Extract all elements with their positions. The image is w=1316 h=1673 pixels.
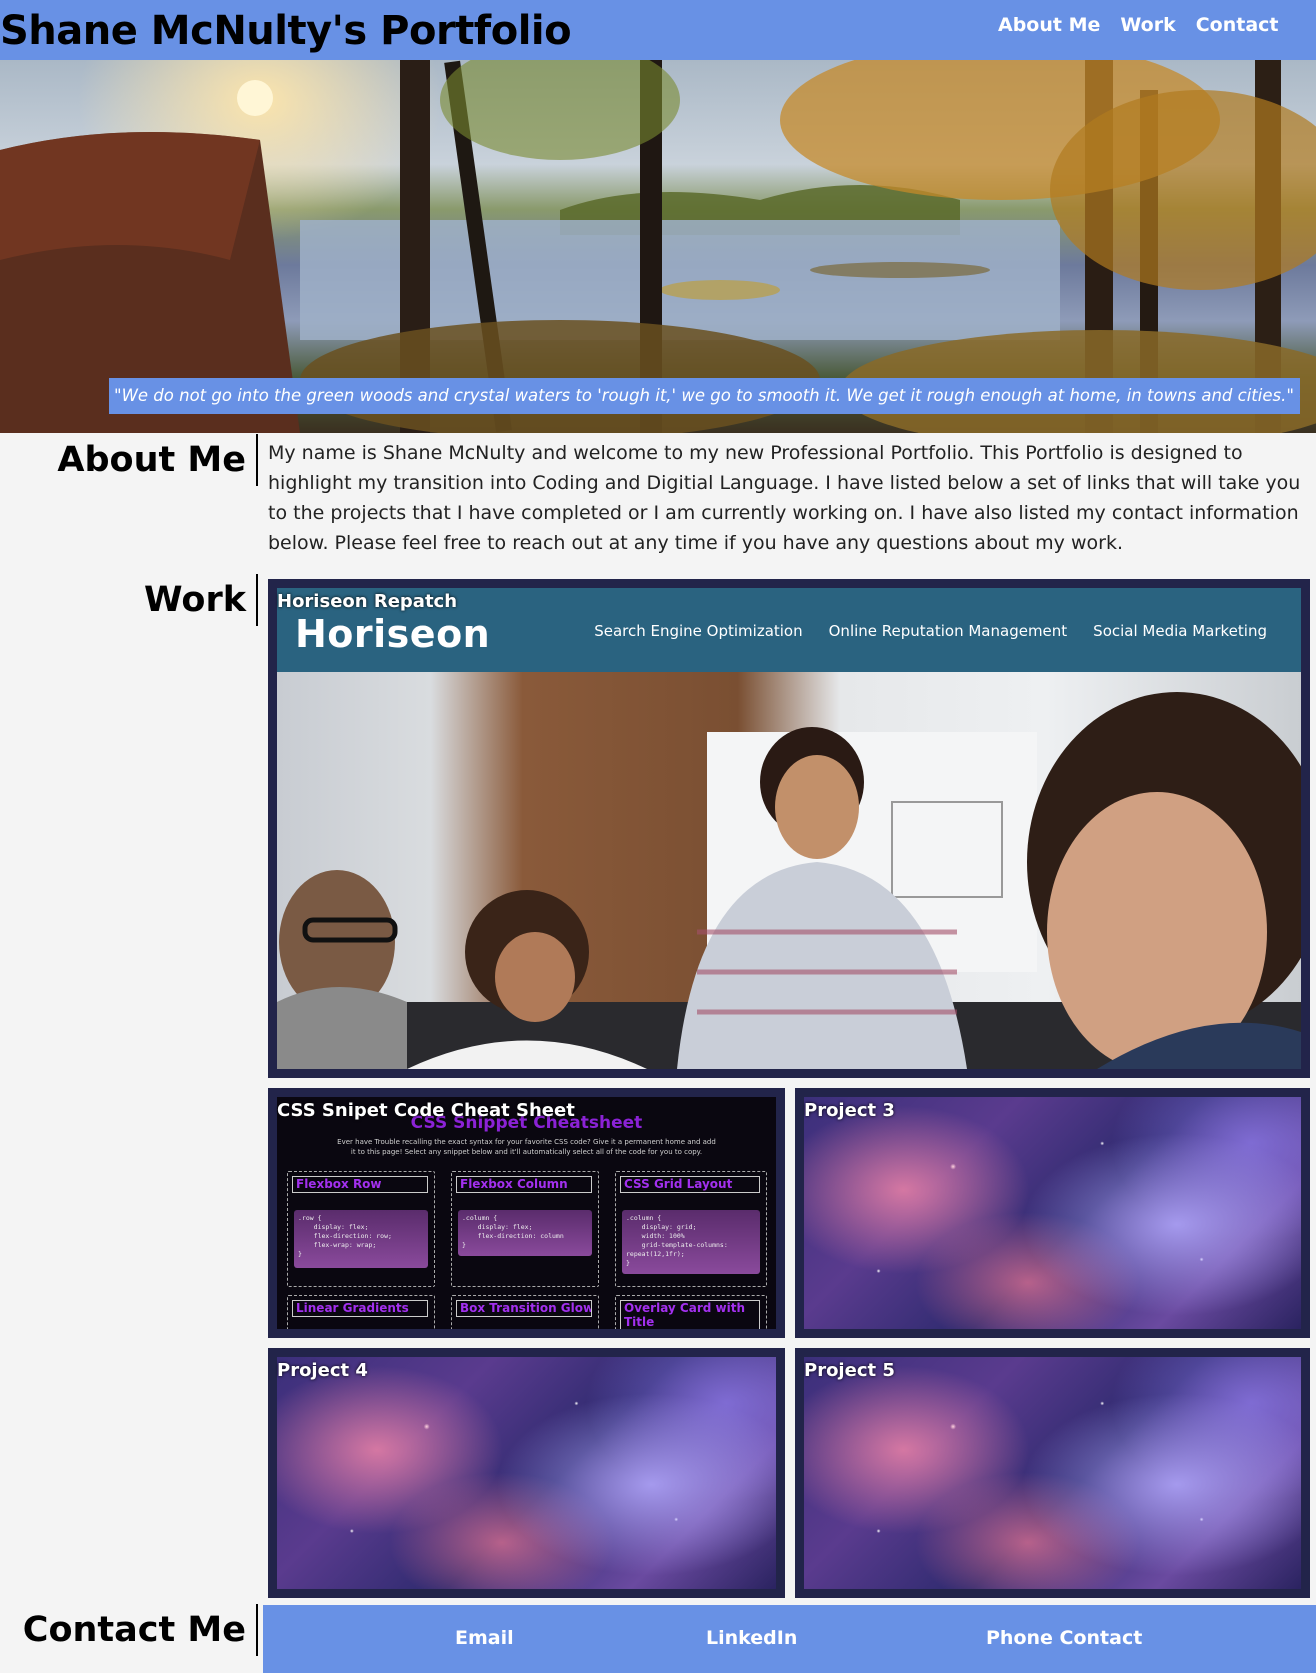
horiseon-team-photo (277, 672, 1301, 1069)
snippet-code: .column { display: flex; flex-direction:… (458, 1210, 592, 1256)
snippet-code: .row { display: flex; flex-direction: ro… (294, 1210, 428, 1268)
project-card-5[interactable]: Project 5 (795, 1348, 1310, 1598)
about-me-text: My name is Shane McNulty and welcome to … (268, 442, 1301, 554)
email-link[interactable]: Email (455, 1627, 514, 1649)
project-card-horiseon[interactable]: Horiseon Search Engine Optimization Onli… (268, 579, 1310, 1078)
horiseon-screenshot: Horiseon Search Engine Optimization Onli… (277, 588, 1301, 1069)
snippet-title: Linear Gradients (292, 1300, 428, 1317)
snippet-box: Flexbox Row .row { display: flex; flex-d… (287, 1171, 435, 1287)
site-title: Shane McNulty's Portfolio (0, 8, 572, 54)
snippet-title: CSS Grid Layout (620, 1176, 760, 1193)
linkedin-link[interactable]: LinkedIn (706, 1627, 797, 1649)
contact-bar: Email LinkedIn Phone Contact (263, 1605, 1316, 1673)
snippet-title: Overlay Card with Title (620, 1300, 760, 1329)
snippet-code: .column { display: grid; width: 100% gri… (622, 1210, 760, 1274)
snippet-box: CSS Grid Layout .column { display: grid;… (615, 1171, 767, 1287)
space-nebula-image (804, 1097, 1301, 1329)
about-me-heading: About Me (57, 434, 258, 486)
project-title: Project 4 (277, 1360, 368, 1381)
work-heading: Work (144, 574, 258, 626)
hero-image: "We do not go into the green woods and c… (0, 60, 1316, 433)
snippet-title: Box Transition Glow (456, 1300, 592, 1317)
nav-work-link[interactable]: Work (1120, 14, 1175, 36)
snippet-box: Overlay Card with Title (615, 1295, 767, 1329)
cheat-sheet-screenshot: CSS Snippet Cheatsheet Ever have Trouble… (277, 1097, 776, 1329)
site-header: Shane McNulty's Portfolio About Me Work … (0, 0, 1316, 60)
main-nav: About Me Work Contact (998, 14, 1279, 36)
horiseon-nav-item: Online Reputation Management (828, 622, 1068, 640)
horiseon-nav-item: Social Media Marketing (1093, 622, 1267, 640)
project-card-4[interactable]: Project 4 (268, 1348, 785, 1598)
nav-about-me-link[interactable]: About Me (998, 14, 1100, 36)
cheat-sheet-subtitle: Ever have Trouble recalling the exact sy… (337, 1138, 716, 1156)
space-nebula-image (804, 1357, 1301, 1589)
project-title: CSS Snipet Code Cheat Sheet (277, 1100, 575, 1121)
snippet-box: Linear Gradients (287, 1295, 435, 1329)
project-title: Horiseon Repatch (277, 591, 458, 612)
project-card-css-cheat-sheet[interactable]: CSS Snippet Cheatsheet Ever have Trouble… (268, 1088, 785, 1338)
horiseon-nav: Search Engine Optimization Online Reputa… (594, 622, 1267, 640)
project-title: Project 3 (804, 1100, 895, 1121)
team-meeting-illustration (277, 692, 1301, 1069)
horiseon-logo: Horiseon (295, 612, 491, 656)
snippet-title: Flexbox Column (456, 1176, 592, 1193)
contact-me-heading: Contact Me (23, 1604, 258, 1656)
hero-quote: "We do not go into the green woods and c… (109, 378, 1300, 414)
snippet-box: Box Transition Glow (451, 1295, 599, 1329)
snippet-title: Flexbox Row (292, 1176, 428, 1193)
nav-contact-link[interactable]: Contact (1196, 14, 1279, 36)
project-card-3[interactable]: Project 3 (795, 1088, 1310, 1338)
project-title: Project 5 (804, 1360, 895, 1381)
snippet-box: Flexbox Column .column { display: flex; … (451, 1171, 599, 1287)
space-nebula-image (277, 1357, 776, 1589)
horiseon-nav-item: Search Engine Optimization (594, 622, 803, 640)
phone-contact-link[interactable]: Phone Contact (986, 1627, 1142, 1649)
